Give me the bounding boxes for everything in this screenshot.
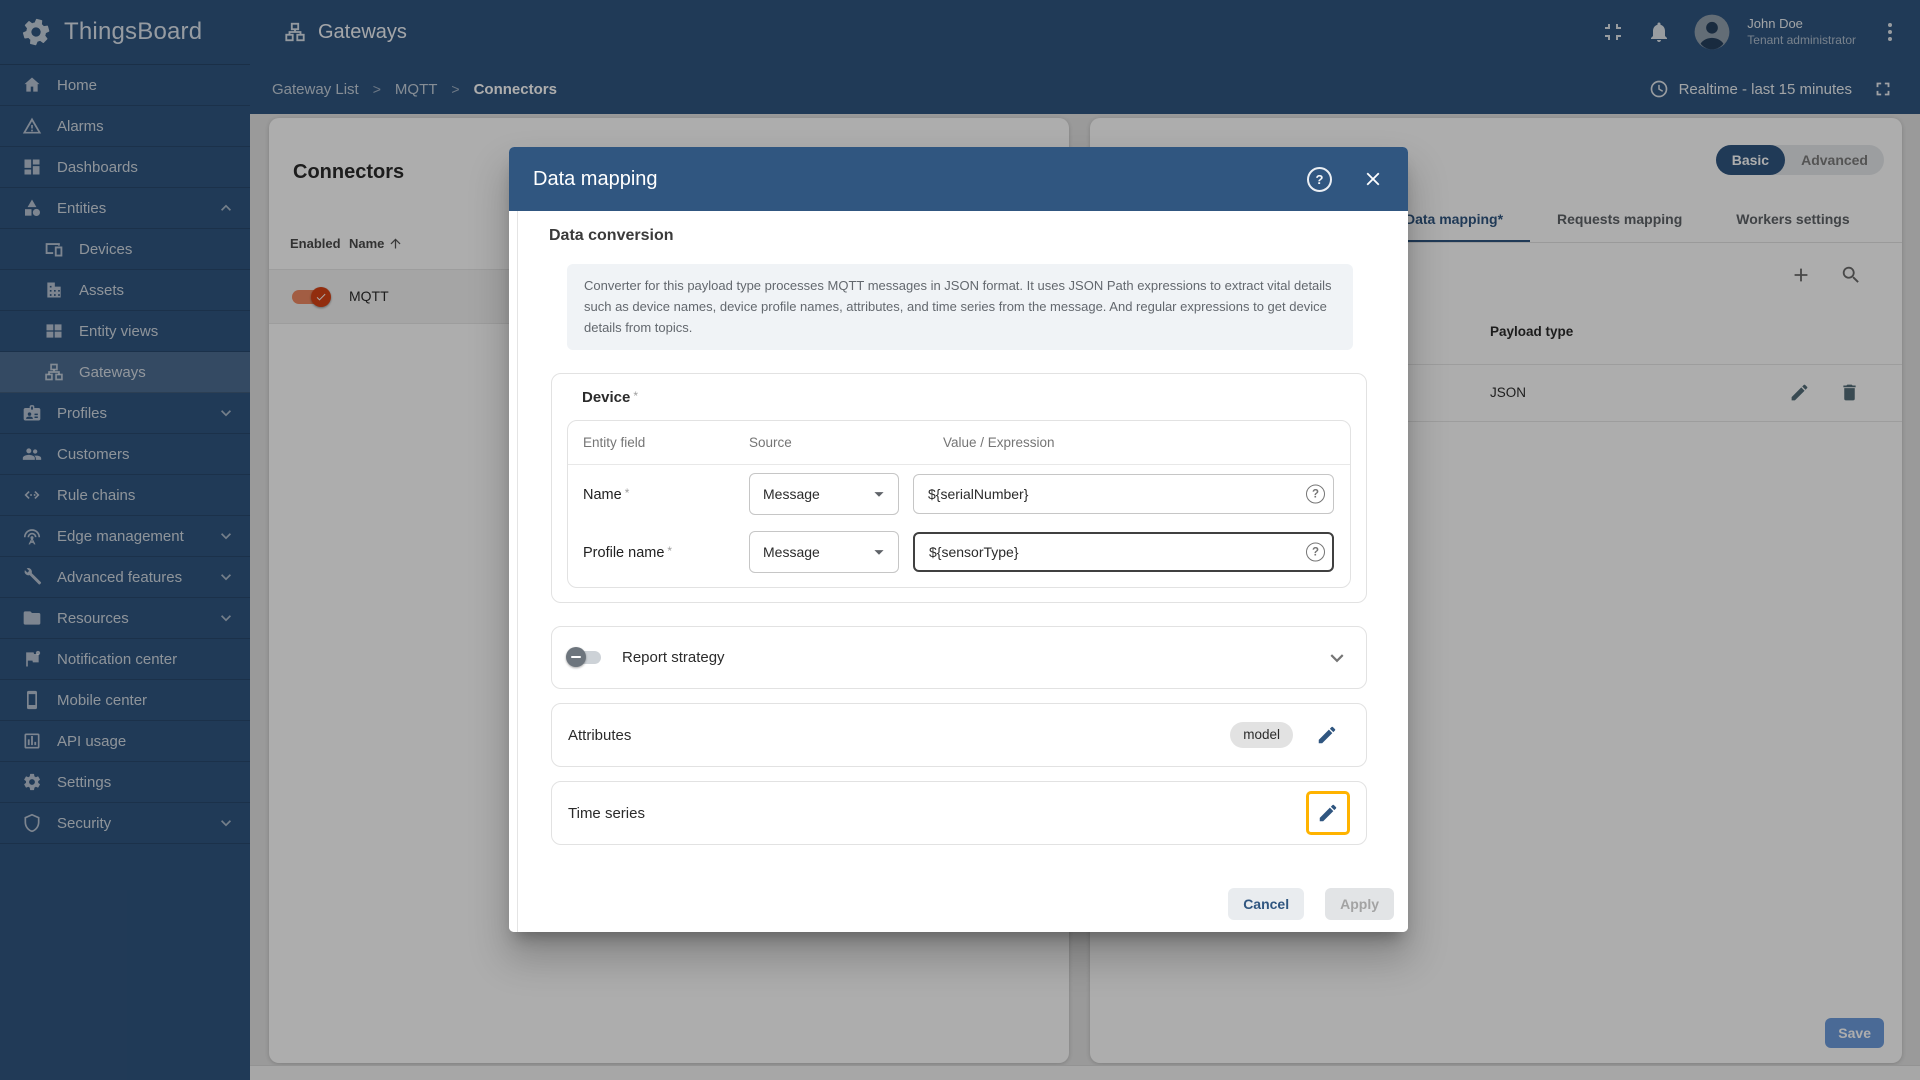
device-row-name: Name* Message ? — [568, 465, 1350, 523]
column-source: Source — [749, 435, 792, 451]
report-strategy-label: Report strategy — [622, 649, 725, 667]
attributes-row: Attributes model — [552, 704, 1366, 766]
dialog-scroll-track — [517, 211, 518, 932]
column-entity-field: Entity field — [583, 435, 646, 451]
time-series-section: Time series — [551, 781, 1367, 846]
help-icon[interactable]: ? — [1307, 166, 1332, 192]
attributes-label: Attributes — [568, 726, 632, 744]
column-value-expression: Value / Expression — [943, 435, 1055, 451]
device-table-header: Entity field Source Value / Expression — [568, 421, 1350, 466]
expression-help-icon[interactable]: ? — [1306, 484, 1325, 504]
chevron-down-icon[interactable] — [1324, 645, 1350, 671]
field-label-profile-name: Profile name * — [583, 543, 673, 561]
device-section-title: Device * — [582, 389, 639, 407]
data-mapping-dialog: Data mapping ? Data conversion Converter… — [509, 147, 1408, 932]
edit-time-series-icon[interactable] — [1317, 802, 1339, 824]
device-mapping-table: Entity field Source Value / Expression N… — [567, 420, 1351, 589]
device-row-profile-name: Profile name* Message ? — [568, 523, 1350, 581]
dropdown-arrow-icon — [868, 483, 890, 505]
attributes-section: Attributes model — [551, 703, 1367, 768]
close-icon[interactable] — [1362, 168, 1384, 190]
dialog-header: Data mapping ? — [509, 147, 1408, 211]
section-title: Data conversion — [549, 227, 674, 244]
attribute-chip-model: model — [1230, 722, 1293, 749]
thingsboard-app: ThingsBoard Home Alarms Dashboards Entities… — [0, 0, 1920, 1080]
expression-help-icon[interactable]: ? — [1306, 542, 1325, 562]
profile-expression-input[interactable] — [913, 532, 1334, 573]
dropdown-arrow-icon — [868, 541, 890, 563]
report-strategy-row: Report strategy — [552, 627, 1366, 688]
edit-time-series-highlight — [1306, 791, 1350, 836]
time-series-row: Time series — [552, 782, 1366, 844]
dialog-title: Data mapping — [533, 167, 658, 190]
profile-source-select[interactable]: Message — [749, 531, 899, 574]
name-value-wrap: ? — [913, 474, 1334, 515]
required-marker: * — [633, 389, 639, 404]
report-strategy-toggle[interactable] — [566, 647, 601, 668]
converter-info-text: Converter for this payload type processe… — [567, 264, 1353, 351]
dialog-header-actions: ? — [1307, 166, 1384, 192]
dialog-body: Data conversion Converter for this paylo… — [509, 211, 1408, 932]
apply-button[interactable]: Apply — [1325, 888, 1394, 920]
cancel-button[interactable]: Cancel — [1228, 888, 1305, 920]
field-label-name: Name * — [583, 485, 630, 503]
edit-attributes-icon[interactable] — [1316, 724, 1338, 746]
profile-value-wrap: ? — [913, 532, 1334, 573]
device-section: Device * Entity field Source Value / Expr… — [551, 373, 1367, 604]
minus-icon — [571, 656, 581, 659]
report-strategy-section: Report strategy — [551, 626, 1367, 690]
time-series-label: Time series — [568, 804, 645, 822]
name-source-select[interactable]: Message — [749, 473, 899, 516]
name-expression-input[interactable] — [913, 474, 1334, 515]
dialog-footer: Cancel Apply — [1228, 888, 1394, 920]
